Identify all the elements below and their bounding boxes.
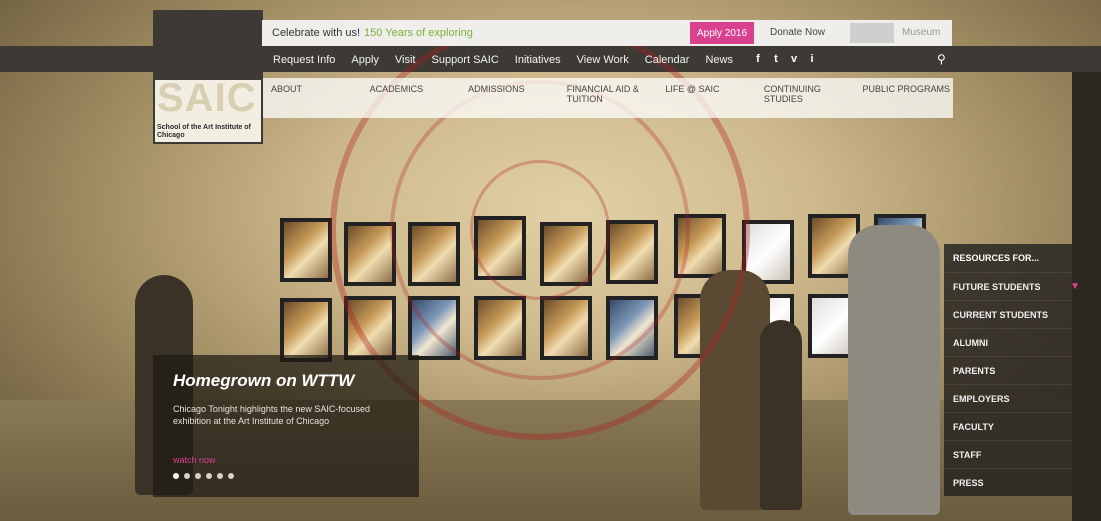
- saic-logo[interactable]: SAIC School of the Art Institute of Chic…: [153, 10, 263, 144]
- resources-header: Resources for...: [944, 244, 1072, 272]
- utility-search-box[interactable]: [850, 23, 894, 43]
- resource-future-students[interactable]: Future Students ▼: [944, 272, 1080, 300]
- facebook-icon[interactable]: f: [751, 53, 765, 65]
- nav-news[interactable]: News: [705, 54, 733, 66]
- twitter-icon[interactable]: t: [769, 53, 783, 65]
- resource-current-students[interactable]: Current Students: [944, 300, 1072, 328]
- donate-link[interactable]: Donate Now: [770, 27, 825, 38]
- portrait-artwork: [280, 218, 332, 282]
- carousel-dot[interactable]: [173, 473, 179, 479]
- instagram-icon[interactable]: i: [805, 53, 819, 65]
- celebrate-highlight-link[interactable]: 150 Years of exploring: [364, 27, 473, 39]
- search-icon[interactable]: ⚲: [937, 52, 946, 66]
- subnav-financial-aid[interactable]: Financial Aid & Tuition: [559, 78, 658, 118]
- apply-button[interactable]: Apply 2016: [690, 22, 754, 44]
- portrait-artwork: [280, 298, 332, 362]
- nav-visit[interactable]: Visit: [395, 54, 416, 66]
- subnav-continuing-studies[interactable]: Continuing Studies: [756, 78, 855, 118]
- feature-description: Chicago Tonight highlights the new SAIC-…: [173, 404, 370, 426]
- utility-bar: Celebrate with us! 150 Years of exploring…: [262, 20, 952, 46]
- secondary-nav: About Academics Admissions Financial Aid…: [263, 78, 953, 118]
- resource-press[interactable]: Press: [944, 468, 1072, 496]
- logo-mark: SAIC: [157, 76, 257, 120]
- feature-title[interactable]: Homegrown on WTTW: [173, 371, 354, 391]
- resource-parents[interactable]: Parents: [944, 356, 1072, 384]
- nav-request-info[interactable]: Request Info: [273, 54, 335, 66]
- right-edge-shadow: [1072, 72, 1101, 521]
- resource-faculty[interactable]: Faculty: [944, 412, 1072, 440]
- social-icons: f t v i: [751, 53, 819, 65]
- resource-employers[interactable]: Employers: [944, 384, 1072, 412]
- nav-support-saic[interactable]: Support SAIC: [432, 54, 499, 66]
- vimeo-icon[interactable]: v: [787, 53, 801, 65]
- carousel-dot[interactable]: [228, 473, 234, 479]
- subnav-about[interactable]: About: [263, 78, 362, 118]
- feature-panel: Homegrown on WTTW Chicago Tonight highli…: [153, 355, 419, 497]
- celebrate-prefix: Celebrate with us!: [272, 27, 361, 39]
- watch-now-link[interactable]: watch now: [173, 455, 216, 465]
- resource-staff[interactable]: Staff: [944, 440, 1072, 468]
- subnav-public-programs[interactable]: Public Programs: [854, 78, 953, 118]
- nav-calendar[interactable]: Calendar: [645, 54, 690, 66]
- caret-down-icon: ▼: [1070, 281, 1080, 292]
- resource-alumni[interactable]: Alumni: [944, 328, 1072, 356]
- subnav-admissions[interactable]: Admissions: [460, 78, 559, 118]
- visitor-figure: [848, 225, 940, 515]
- visitor-figure: [760, 320, 802, 510]
- resource-label: Future Students: [953, 282, 1041, 292]
- resources-panel: Resources for... Future Students ▼ Curren…: [944, 244, 1080, 496]
- carousel-dot[interactable]: [217, 473, 223, 479]
- carousel-dot[interactable]: [195, 473, 201, 479]
- nav-initiatives[interactable]: Initiatives: [515, 54, 561, 66]
- museum-link[interactable]: Museum: [902, 27, 940, 38]
- watermark-seal-center: [470, 160, 610, 300]
- nav-view-work[interactable]: View Work: [577, 54, 629, 66]
- carousel-dots: [173, 473, 234, 479]
- main-nav: Request Info Apply Visit Support SAIC In…: [263, 48, 953, 72]
- celebrate-text: Celebrate with us! 150 Years of exploring: [262, 27, 473, 39]
- carousel-dot[interactable]: [206, 473, 212, 479]
- subnav-life-at-saic[interactable]: Life @ SAIC: [657, 78, 756, 118]
- nav-apply[interactable]: Apply: [351, 54, 379, 66]
- carousel-dot[interactable]: [184, 473, 190, 479]
- subnav-academics[interactable]: Academics: [362, 78, 461, 118]
- page: SAIC School of the Art Institute of Chic…: [0, 0, 1101, 521]
- logo-subtitle: School of the Art Institute of Chicago: [157, 124, 251, 139]
